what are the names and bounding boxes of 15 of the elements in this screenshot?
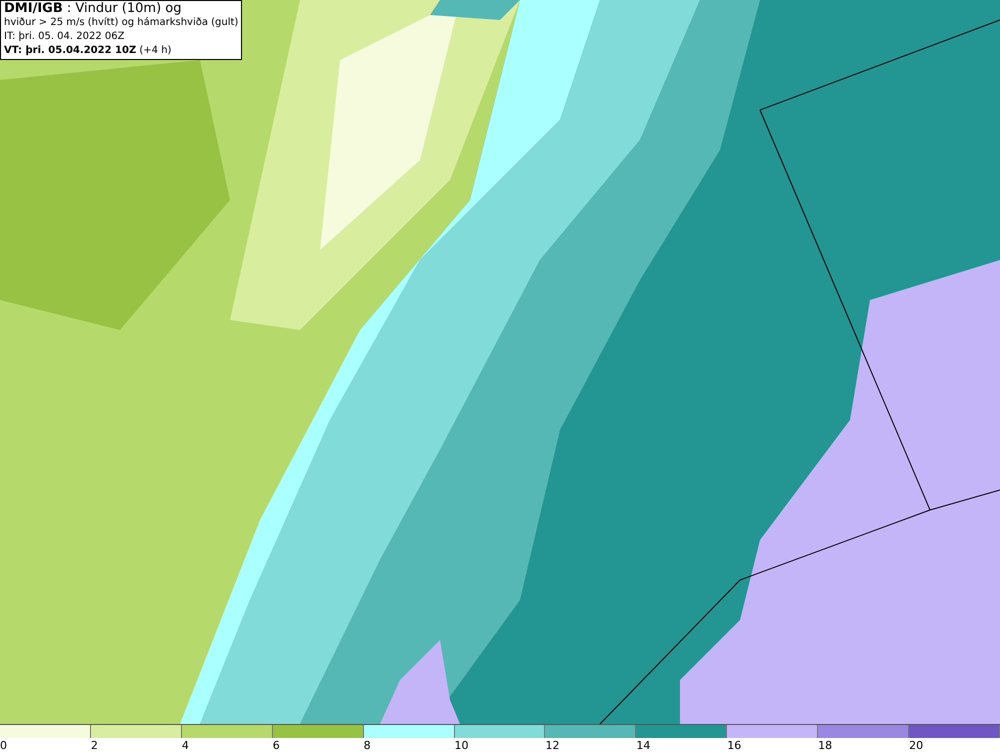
legend-label: 2: [90, 738, 98, 753]
legend-label: 14: [636, 738, 650, 753]
legend-label: 18: [818, 738, 832, 753]
title-line: IT: þri. 05. 04. 2022 06Z: [4, 30, 126, 44]
legend-label: 16: [727, 738, 742, 753]
legend-label: 4: [182, 738, 189, 753]
title-line: VT: þri. 05.04.2022 10Z (+4 h): [4, 44, 172, 58]
legend-label: 12: [545, 738, 560, 753]
legend-label: 0: [0, 738, 7, 753]
legend-label: 8: [364, 738, 371, 753]
legend-label: 6: [272, 738, 280, 753]
title-line: DMI/IGB : Vindur (10m) og: [4, 2, 182, 16]
legend-label: 10: [454, 738, 469, 753]
legend-label: 20: [909, 738, 924, 753]
title-line: hviður > 25 m/s (hvítt) og hámarkshviða (gult): [4, 16, 238, 30]
